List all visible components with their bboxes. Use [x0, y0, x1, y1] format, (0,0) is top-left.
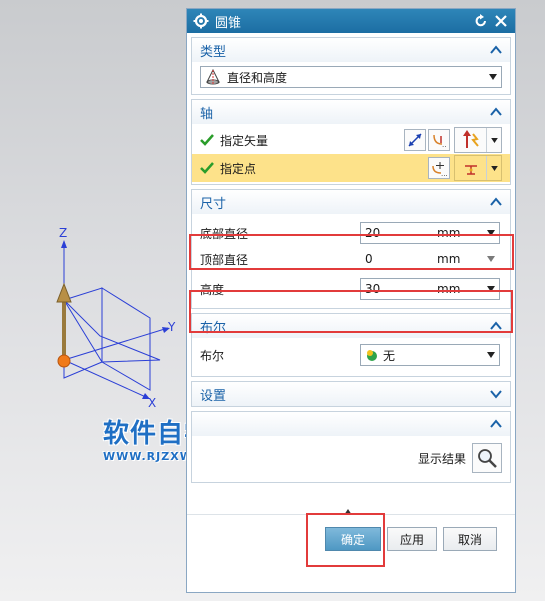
height-unit: mm [437, 282, 461, 296]
specify-vector-row[interactable]: 指定矢量 ... [200, 126, 502, 154]
preview-group: 显示结果 [191, 411, 511, 483]
settings-group: 设置 [191, 381, 511, 407]
chevron-up-icon[interactable] [490, 419, 502, 429]
height-value[interactable]: 30 [365, 282, 437, 296]
reset-icon[interactable] [473, 13, 489, 29]
show-result-label: 显示结果 [417, 451, 466, 466]
boolean-none-icon [367, 350, 377, 361]
base-diameter-unit: mm [437, 226, 461, 240]
vector-dialog-button[interactable]: ... [428, 129, 450, 151]
type-group-header[interactable]: 类型 [192, 38, 510, 62]
checkmark-icon [200, 134, 214, 146]
base-diameter-input[interactable]: 20 mm [360, 222, 500, 244]
type-group: 类型 直径和高度 [191, 37, 511, 95]
chevron-down-icon[interactable] [490, 389, 502, 399]
top-diameter-value[interactable]: 0 [365, 252, 437, 266]
dialog-footer: 确定 应用 取消 [187, 509, 515, 584]
type-selected-value: 直径和高度 [227, 70, 288, 85]
reverse-direction-icon [408, 133, 422, 147]
x-axis-label: X [148, 396, 157, 410]
dialog-titlebar[interactable]: 圆锥 [187, 9, 515, 33]
chevron-down-icon [487, 352, 495, 358]
boolean-label: 布尔 [200, 348, 225, 363]
type-header-label: 类型 [200, 44, 227, 60]
height-row: 高度 30 mm [200, 276, 502, 302]
chevron-up-icon[interactable] [490, 197, 502, 207]
reverse-direction-button[interactable] [404, 129, 426, 151]
boolean-group-header[interactable]: 布尔 [192, 314, 510, 338]
chevron-up-icon[interactable] [490, 321, 502, 331]
chevron-down-icon [490, 165, 498, 171]
chevron-down-icon [490, 137, 498, 143]
magnifier-icon [478, 449, 497, 468]
dialog-title: 圆锥 [215, 15, 242, 31]
gear-icon[interactable] [193, 13, 209, 29]
y-axis-label: Y [168, 320, 176, 334]
inferred-point-icon [464, 165, 477, 175]
checkmark-icon [200, 162, 214, 174]
point-dialog-button[interactable]: ... [428, 157, 450, 179]
apply-button[interactable]: 应用 [387, 527, 437, 551]
chevron-down-icon[interactable] [487, 230, 495, 236]
svg-text:...: ... [441, 170, 447, 176]
boolean-select[interactable]: 无 [360, 344, 500, 366]
show-result-button[interactable] [472, 443, 502, 473]
cancel-button[interactable]: 取消 [443, 527, 497, 551]
base-diameter-label: 底部直径 [200, 226, 249, 241]
boolean-header-label: 布尔 [200, 320, 227, 336]
height-input[interactable]: 30 mm [360, 278, 500, 300]
axis-group: 轴 指定矢量 .. 指定点 .. [191, 99, 511, 185]
settings-header-label: 设置 [200, 388, 227, 404]
boolean-selected-value: 无 [383, 348, 396, 363]
base-diameter-row: 底部直径 20 mm [200, 220, 502, 246]
vector-dialog-icon: ... [433, 134, 447, 148]
specify-point-label: 指定点 [220, 161, 257, 176]
axis-header-label: 轴 [200, 106, 214, 122]
inferred-vector-icon [462, 130, 479, 148]
cone-dialog: 圆锥 类型 直径和高度 轴 指定矢量 .. 指定点 .. 尺寸 底部直径 20 … [186, 8, 516, 593]
cone-type-icon [206, 69, 220, 85]
inferred-vector-button[interactable] [454, 127, 502, 153]
svg-text:...: ... [442, 141, 447, 148]
top-diameter-label: 顶部直径 [200, 252, 249, 267]
dimensions-group-header[interactable]: 尺寸 [192, 190, 510, 214]
close-icon[interactable] [493, 13, 509, 29]
dimensions-header-label: 尺寸 [200, 196, 227, 212]
show-result-row: 显示结果 [200, 436, 502, 480]
z-axis-label: Z [59, 226, 68, 240]
type-select[interactable]: 直径和高度 [200, 66, 502, 88]
settings-group-header[interactable]: 设置 [192, 382, 510, 406]
dialog-content: 类型 直径和高度 轴 指定矢量 .. 指定点 .. 尺寸 底部直径 20 mm … [191, 37, 511, 487]
chevron-down-icon [489, 74, 497, 80]
ok-button[interactable]: 确定 [325, 527, 381, 551]
axis-group-header[interactable]: 轴 [192, 100, 510, 124]
height-label: 高度 [200, 282, 225, 297]
chevron-down-icon[interactable] [487, 286, 495, 292]
boolean-group: 布尔 布尔 无 [191, 313, 511, 377]
base-diameter-value[interactable]: 20 [365, 226, 437, 240]
chevron-up-icon[interactable] [344, 509, 352, 515]
top-diameter-unit: mm [437, 252, 461, 266]
top-diameter-input[interactable]: 0 mm [360, 248, 500, 270]
inferred-point-button[interactable] [454, 155, 502, 181]
chevron-up-icon[interactable] [490, 107, 502, 117]
chevron-up-icon[interactable] [490, 45, 502, 55]
top-diameter-row: 顶部直径 0 mm [200, 246, 502, 272]
specify-vector-label: 指定矢量 [220, 133, 269, 148]
specify-point-row[interactable]: 指定点 ... [192, 154, 510, 182]
preview-group-header[interactable] [192, 412, 510, 436]
point-dialog-icon: ... [432, 162, 447, 176]
dimensions-group: 尺寸 底部直径 20 mm 顶部直径 0 mm 高度 30 mm [191, 189, 511, 309]
boolean-row: 布尔 无 [200, 340, 502, 370]
chevron-down-icon[interactable] [487, 256, 495, 262]
